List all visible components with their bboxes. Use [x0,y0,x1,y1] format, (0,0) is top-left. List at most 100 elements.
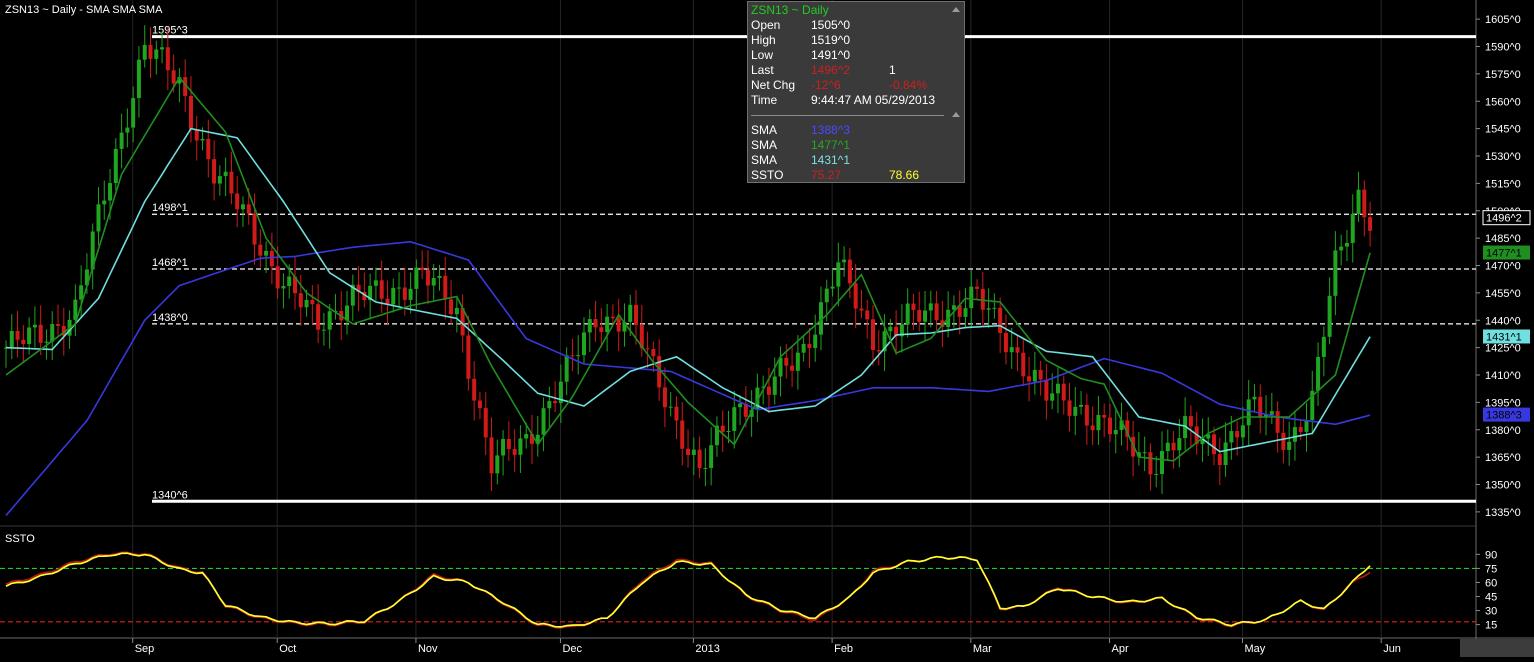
candle-body [391,287,396,305]
time-tick-label: May [1244,643,1265,655]
candle-body [217,176,222,184]
candle-body [628,304,633,322]
candle-body [662,387,667,408]
candle-body [686,448,691,455]
candle-body [1217,454,1222,466]
time-tick-label: Sep [135,643,155,655]
candle-body [1316,356,1321,391]
candle-body [1223,442,1228,466]
tooltip-study-value: 1477^1 [811,138,850,152]
tooltip-row-time: Time 9:44:47 AM 05/29/2013 [751,93,961,108]
candle-body [142,44,147,60]
price-tick-label: 1470^0 [1485,261,1521,273]
candle-body [859,308,864,311]
last-value-tag-label: 1477^1 [1486,248,1522,260]
candle-body [1298,427,1303,432]
candle-body [1304,420,1309,432]
ssto-title: SSTO [5,533,35,545]
price-axis: 1335^0 1350^0 1365^0 1380^0 1395^0 1410^0 1425… [1476,14,1531,519]
candle-body [547,401,552,409]
candle-body [397,287,402,289]
candle-body [495,455,500,474]
candle-body [934,303,939,321]
tooltip-separator [751,115,944,116]
ssto-d-line [5,552,1371,628]
candle-body [212,159,217,184]
candle-body [1073,406,1078,416]
candle-body [321,329,326,331]
candle-body [911,303,916,310]
candle-body [801,343,806,353]
candle-body [847,259,852,284]
candle-body [1079,404,1084,407]
candle-body [709,445,714,469]
candle-body [1050,393,1055,401]
candle-body [697,449,702,469]
candle-body [928,303,933,311]
candle-body [1044,379,1049,401]
candle-body [813,334,818,349]
tooltip-row-label: Open [751,18,781,32]
candle-body [154,49,159,59]
tooltip-study-2: SMA 1431^1 [751,153,961,168]
candle-body [229,171,234,194]
time-tick-label: Nov [418,643,438,655]
candle-body [1154,474,1159,476]
tooltip-study-1: SMA 1477^1 [751,138,961,153]
price-tick-label: 1560^0 [1485,96,1521,108]
candle-body [836,262,841,287]
tooltip-row-last: Last 1496^2 1 [751,63,961,78]
candle-body [593,319,598,328]
candle-body [1107,417,1112,435]
candle-body [1240,425,1245,438]
candle-body [1287,441,1292,450]
candle-body [235,193,240,210]
tooltip-row-value: 1491^0 [811,48,850,62]
collapse-studies-icon[interactable] [952,112,960,117]
candle-body [327,311,332,330]
candle-body [1229,431,1234,443]
candle-body [304,299,309,308]
tooltip-row-value: 1496^2 [811,63,850,77]
candle-body [1252,396,1257,400]
tooltip-row-label: Low [751,48,774,62]
tooltip-study-value2: 78.66 [889,168,920,182]
candle-body [96,204,101,232]
time-tick-label: Jun [1383,643,1401,655]
ssto-tick-label: 30 [1485,606,1497,618]
candle-body [998,307,1003,333]
price-tick-label: 1605^0 [1485,14,1521,26]
candle-body [131,98,136,128]
time-tick-label: Apr [1112,643,1129,655]
candle-body [703,468,708,470]
candle-body [610,316,615,319]
tooltip-row-value: 9:44:47 AM [811,93,872,107]
candle-body [1015,347,1020,353]
candle-body [223,171,228,177]
level-label: 1595^3 [152,25,188,37]
time-axis: Sep Oct Nov Dec 2013 Feb Mar Apr May Jun [132,638,1401,655]
candle-body [298,293,303,308]
collapse-up-icon[interactable] [952,7,960,12]
price-tick-label: 1410^0 [1485,370,1521,382]
candle-body [200,138,205,141]
candle-body [1090,425,1095,431]
candle-body [541,408,546,435]
quote-tooltip: ZSN13 ~ Daily Open 1505^0 High 1519^0 Low 149… [747,1,965,183]
candle-body [171,70,176,84]
tooltip-row-label: Net Chg [751,78,796,92]
tooltip-row-label: Time [751,93,778,107]
candle-body [605,316,610,333]
candle-body [1165,442,1170,452]
price-tick-label: 1515^0 [1485,178,1521,190]
level-label: 1438^0 [152,312,188,324]
candle-body [766,386,771,395]
candle-body [437,275,442,279]
candle-body [553,401,558,404]
tooltip-study-label: SMA [751,123,778,137]
candle-body [1350,213,1355,243]
candle-body [501,438,506,456]
time-tick-label: Dec [562,643,582,655]
candle-body [807,343,812,349]
chart-stage: 1595^3 1498^1 1468^1 1438^0 1340^6 1335^0 1350… [0,0,1534,657]
